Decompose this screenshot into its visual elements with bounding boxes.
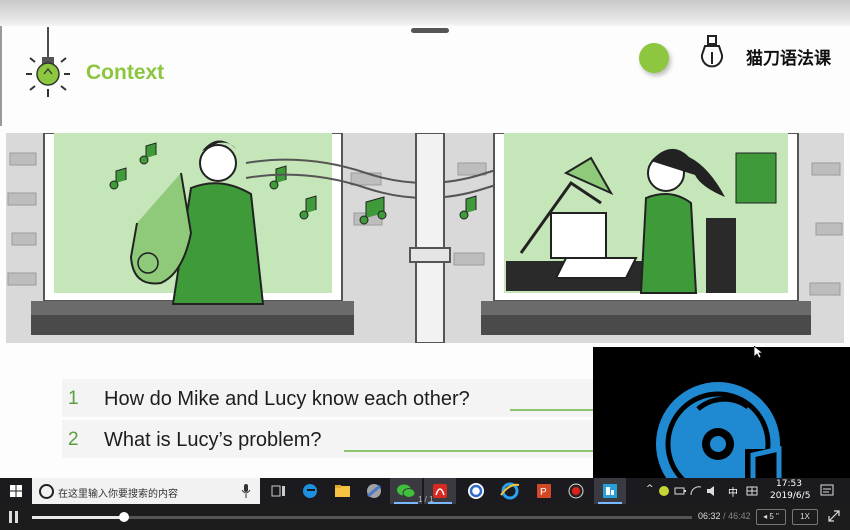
time-separator: /: [723, 511, 726, 521]
progress-knob[interactable]: [119, 512, 130, 522]
question-item: 1 How do Mike and Lucy know each other?: [62, 379, 622, 417]
browser-icon[interactable]: [358, 478, 390, 504]
media-player-disc-icon: [656, 382, 785, 478]
page-indicator: 1 / 1: [418, 495, 434, 504]
svg-text:P: P: [540, 487, 547, 498]
lightbulb-icon: [26, 27, 70, 97]
drag-handle[interactable]: [411, 28, 449, 33]
top-bar: [0, 0, 850, 26]
answer-line[interactable]: [344, 450, 622, 452]
time-display: 06:32 / 46:42: [698, 511, 751, 521]
drainpipe: [409, 133, 451, 343]
status-dot: [639, 43, 669, 73]
brand-lightbulb-icon: [701, 35, 723, 68]
question-text: How do Mike and Lucy know each other?: [104, 388, 470, 410]
slide-title: Context: [86, 61, 165, 84]
illustration: [6, 133, 844, 343]
question-text: What is Lucy’s problem?: [104, 429, 322, 451]
file-explorer-icon[interactable]: [326, 478, 358, 504]
search-placeholder: 在这里输入你要搜索的内容: [58, 489, 178, 500]
edge-icon[interactable]: [294, 478, 326, 504]
tray-app-icon[interactable]: [658, 485, 670, 497]
media-app-icon[interactable]: [594, 478, 626, 504]
chevron-up-icon[interactable]: ^: [646, 484, 654, 494]
battery-icon[interactable]: [674, 485, 686, 497]
powerpoint-icon[interactable]: P: [528, 478, 560, 504]
mouse-cursor-icon: [754, 346, 763, 358]
slide: Context 猫刀语法课 1 How do Mike and Lucy kno…: [0, 0, 850, 478]
task-view-icon[interactable]: [262, 478, 294, 504]
clock-date[interactable]: 2019/6/5: [770, 491, 810, 501]
ime-indicator[interactable]: 中: [728, 484, 738, 499]
microphone-icon[interactable]: [241, 484, 251, 498]
left-window: [31, 133, 354, 335]
fullscreen-icon[interactable]: [828, 510, 840, 522]
brand-name: 猫刀语法课: [746, 49, 831, 69]
cortana-icon[interactable]: [39, 484, 54, 499]
rewind-button[interactable]: ◂ 5 ": [756, 509, 786, 525]
clock-time[interactable]: 17:53: [776, 479, 802, 489]
question-number: 2: [68, 429, 79, 450]
left-rule: [0, 26, 2, 126]
volume-icon[interactable]: [706, 485, 718, 497]
total-time: 46:42: [728, 511, 751, 521]
network-icon[interactable]: [690, 485, 702, 497]
system-tray: ^ 中 17:53 2019/6/5: [640, 478, 850, 504]
app-c-icon[interactable]: [460, 478, 492, 504]
notification-icon[interactable]: [820, 484, 834, 497]
progress-fill: [32, 516, 125, 519]
speed-button[interactable]: 1X: [792, 509, 818, 525]
windows-start-icon[interactable]: [0, 478, 32, 504]
current-time: 06:32: [698, 511, 721, 521]
taskbar-search-box[interactable]: 在这里输入你要搜索的内容: [32, 478, 260, 504]
progress-bar[interactable]: [32, 512, 692, 522]
pause-icon[interactable]: [8, 510, 20, 524]
recorder-icon[interactable]: [560, 478, 592, 504]
video-overlay[interactable]: [593, 347, 850, 478]
video-player-controls: 06:32 / 46:42 ◂ 5 " 1X: [0, 504, 850, 530]
keyboard-icon[interactable]: [746, 485, 758, 497]
question-number: 1: [68, 388, 79, 409]
ie-icon[interactable]: [494, 478, 526, 504]
right-window: [481, 133, 811, 335]
question-item: 2 What is Lucy’s problem?: [62, 420, 622, 458]
